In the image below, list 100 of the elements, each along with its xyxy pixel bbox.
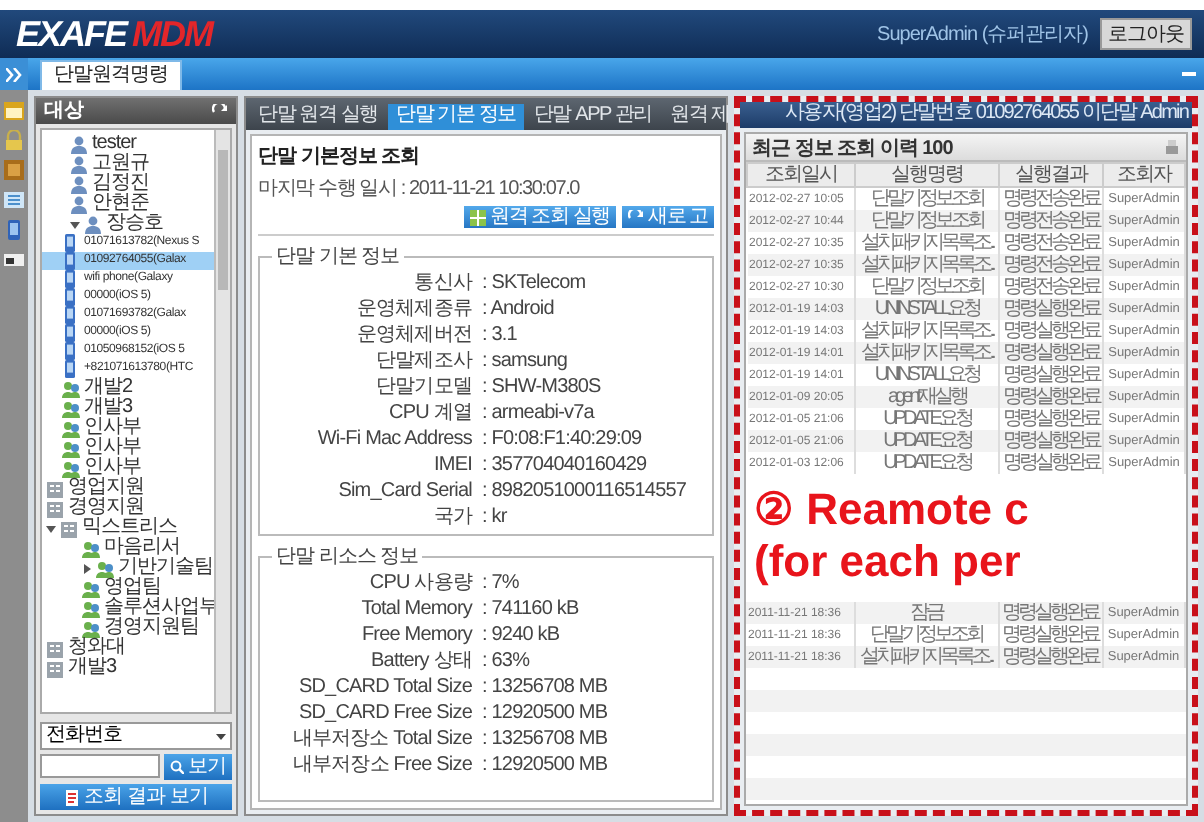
group-title: 단말 기본 정보: [274, 244, 402, 270]
table-cell: agent재실행: [855, 386, 999, 408]
table-cell: 명령실행완료: [999, 430, 1103, 452]
tab[interactable]: 단말 원격 실행: [250, 104, 386, 130]
tree-item[interactable]: 안현준: [42, 194, 214, 214]
tree-item[interactable]: 마음리서: [42, 538, 214, 558]
table-cell: 설치패키지목록조..: [855, 254, 999, 276]
field-label: 통신사: [412, 272, 472, 294]
device-info-bar: 사용자(영업2) 단말번호 01092764055 이단말 Admin: [740, 102, 1192, 128]
field-label: 단말기모델: [373, 376, 472, 398]
search-type-select[interactable]: 전화번호: [40, 722, 232, 750]
list-icon: [4, 190, 24, 210]
tree-item[interactable]: 기반기술팀: [42, 558, 214, 578]
tree-item[interactable]: 인사부: [42, 438, 214, 458]
field-value: : kr: [482, 506, 509, 528]
building-icon: [46, 479, 64, 497]
group-icon: [82, 599, 100, 617]
table-cell: UNINSTALL요청: [855, 298, 999, 320]
table-cell: 명령실행완료: [999, 298, 1103, 320]
search-button[interactable]: 보기: [164, 754, 232, 780]
tree-item[interactable]: 경영지원: [42, 498, 214, 518]
building-icon: [46, 499, 64, 517]
printer-icon: [1164, 139, 1180, 155]
field-label: 내부저장소 Free Size: [290, 754, 472, 776]
table-cell: 명령실행완료: [998, 602, 1102, 624]
field-value: : 9240 kB: [482, 624, 562, 646]
group-icon: [62, 379, 80, 397]
table-cell: 명령실행완료: [998, 646, 1102, 668]
field-value: : 13256708 MB: [482, 728, 610, 750]
group-icon: [82, 579, 100, 597]
column-header: 조회일시: [747, 163, 855, 187]
column-header: 실행결과: [999, 163, 1103, 187]
group-icon: [96, 559, 114, 577]
phone-icon: [4, 220, 24, 240]
tree-item[interactable]: 장승호: [42, 214, 214, 234]
field-value: : 8982051000116514557: [482, 480, 689, 502]
search-field[interactable]: [40, 754, 160, 778]
tree-item[interactable]: 경영지원팀: [42, 618, 214, 638]
table-cell: 명령실행완료: [999, 342, 1103, 364]
page-tab[interactable]: 단말원격명령: [40, 60, 182, 90]
grid-icon: [470, 209, 487, 225]
tree-item[interactable]: 솔루션사업부: [42, 598, 214, 618]
panel-title: 최근 정보 조회 이력 100: [752, 135, 953, 161]
person-icon: [70, 135, 88, 153]
table-cell: UPDATE요청: [855, 430, 999, 452]
tree-item[interactable]: 개발3: [42, 658, 214, 678]
book-icon: [4, 160, 24, 180]
field-label: 국가: [431, 506, 472, 528]
table-cell: 잠금: [854, 602, 998, 624]
field-label: 운영체제버전: [354, 324, 472, 346]
search-icon: [170, 760, 184, 774]
tab[interactable]: 원격 제: [662, 104, 739, 130]
table-cell: 설치패키지목록조..: [854, 646, 998, 668]
double-chevron-icon: [6, 67, 22, 81]
group-icon: [62, 399, 80, 417]
field-value: : 7%: [482, 572, 521, 594]
person-icon: [70, 155, 88, 173]
tree-item[interactable]: 인사부: [42, 458, 214, 478]
document-icon: [64, 789, 81, 805]
group-icon: [62, 419, 80, 437]
group-icon: [82, 539, 100, 557]
field-value: : armeabi-v7a: [482, 402, 597, 424]
table-cell: 단말기정보조회: [855, 210, 999, 232]
field-value: : 63%: [482, 650, 532, 672]
building-icon: [46, 639, 64, 657]
tree-item[interactable]: 개발3: [42, 398, 214, 418]
tree-item[interactable]: tester: [42, 134, 214, 154]
field-value: : F0:08:F1:40:29:09: [482, 428, 644, 450]
field-value: : 13256708 MB: [482, 676, 610, 698]
tree-item[interactable]: 믹스트리스: [42, 518, 214, 538]
section-title: 단말 기본정보 조회: [258, 144, 420, 170]
table-cell: 설치패키지목록조..: [855, 342, 999, 364]
field-value: : 357704040160429: [482, 454, 649, 476]
field-value: : samsung: [482, 350, 570, 372]
field-value: : SKTelecom: [482, 272, 588, 294]
building-icon: [60, 519, 78, 537]
tree-item[interactable]: 영업지원: [42, 478, 214, 498]
sidebar-toggle-button[interactable]: [0, 58, 28, 90]
field-label: Wi-Fi Mac Address: [315, 428, 472, 450]
calendar-icon: [4, 100, 24, 120]
caret-icon: [216, 733, 226, 739]
person-icon: [70, 175, 88, 193]
column-header: 조회자: [1103, 163, 1185, 187]
table-cell: 명령전송완료: [999, 210, 1103, 232]
tab[interactable]: 단말 APP 관리: [525, 104, 661, 130]
tree-item[interactable]: 개발2: [42, 378, 214, 398]
tree-item[interactable]: 청와대: [42, 638, 214, 658]
logout-button[interactable]: 로그아웃: [1100, 18, 1192, 50]
tree-item[interactable]: 고원규: [42, 154, 214, 174]
field-label: IMEI: [432, 454, 472, 476]
field-label: Total Memory: [359, 598, 472, 620]
tree-item[interactable]: 김정진: [42, 174, 214, 194]
results-button[interactable]: 조회 결과 보기: [40, 784, 232, 810]
last-run-text: 마지막 수행 일시 : 2011-11-21 10:30:07.0: [258, 176, 580, 202]
field-label: 단말제조사: [373, 350, 472, 372]
tree-item[interactable]: 영업팀: [42, 578, 214, 598]
field-label: CPU 계열: [387, 402, 472, 424]
tree-item[interactable]: 인사부: [42, 418, 214, 438]
field-label: Free Memory: [359, 624, 472, 646]
person-icon: [70, 195, 88, 213]
